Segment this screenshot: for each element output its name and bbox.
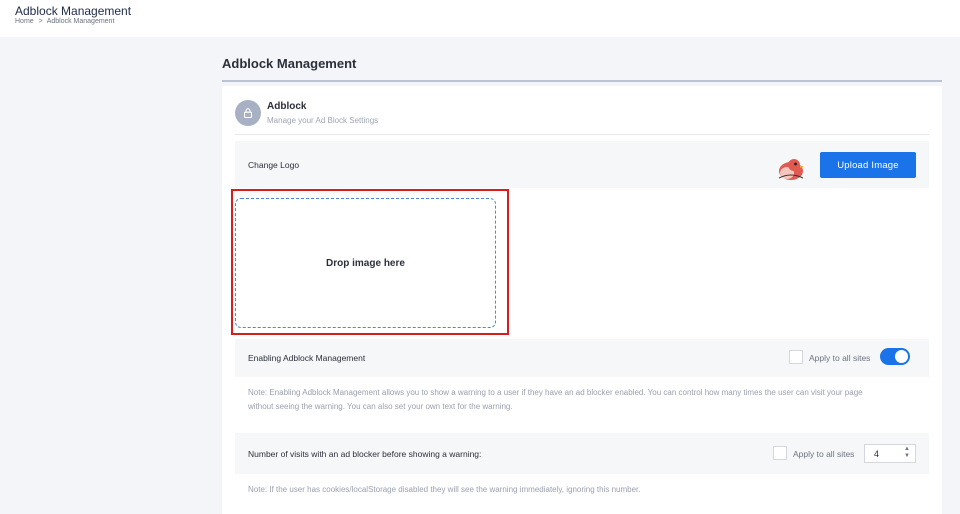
enable-apply-all-label: Apply to all sites [809,353,871,363]
enable-note-line-2: without seeing the warning. You can also… [248,402,513,411]
visits-number-stepper[interactable]: 4 ▲ ▼ [864,444,916,463]
stepper-arrows-icon[interactable]: ▲ ▼ [904,446,910,460]
title-divider [222,80,942,82]
image-drop-zone[interactable]: Drop image here [235,198,496,328]
top-bar: Adblock Management Home > Adblock Manage… [0,0,960,37]
toggle-knob [895,350,908,363]
visits-value[interactable]: 4 [874,449,879,459]
upload-image-button[interactable]: Upload Image [820,152,916,178]
lock-icon [235,100,261,126]
section-subtitle: Manage your Ad Block Settings [267,116,379,125]
change-logo-label: Change Logo [248,160,300,170]
enable-note: Note: Enabling Adblock Management allows… [248,386,863,414]
breadcrumb-separator: > [38,18,43,25]
visits-note: Note: If the user has cookies/localStora… [248,485,641,494]
breadcrumb-home[interactable]: Home [15,18,34,25]
enable-apply-all-checkbox[interactable] [789,350,803,364]
section-title: Adblock [267,101,307,112]
breadcrumb: Home > Adblock Management [15,18,114,25]
drop-zone-text: Drop image here [326,257,405,269]
enable-adblock-toggle[interactable] [880,348,910,365]
enable-adblock-label: Enabling Adblock Management [248,353,366,363]
breadcrumb-current: Adblock Management [46,18,115,25]
app-title: Adblock Management [15,4,132,18]
visits-apply-all-checkbox[interactable] [773,446,787,460]
bird-logo-icon [778,159,804,180]
section-divider [235,134,929,135]
page-title: Adblock Management [222,56,357,71]
visits-label: Number of visits with an ad blocker befo… [248,449,482,459]
enable-note-line-1: Note: Enabling Adblock Management allows… [248,388,863,397]
visits-apply-all-label: Apply to all sites [793,449,855,459]
